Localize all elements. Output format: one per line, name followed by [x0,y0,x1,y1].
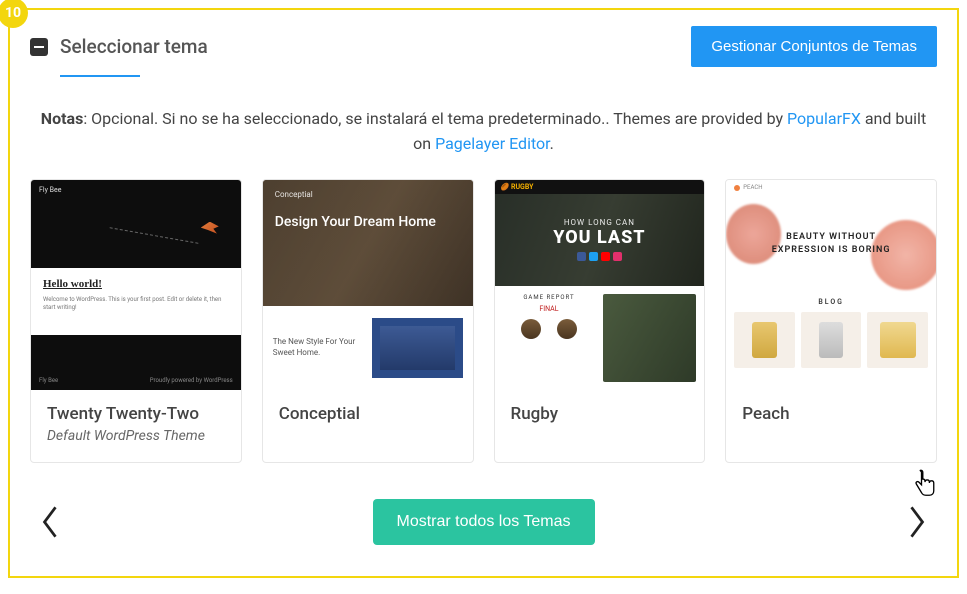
title-underline [60,75,140,77]
manage-theme-sets-button[interactable]: Gestionar Conjuntos de Temas [691,26,937,67]
theme-thumbnail: Fly Bee Hello world! Welcome to WordPres… [31,180,241,390]
preview-match-image [603,294,696,382]
header-left: Seleccionar tema [30,35,208,58]
next-arrow[interactable] [903,500,931,544]
notes-text: Notas: Opcional. Si no se ha seleccionad… [40,107,927,157]
preview-brand: PEACH [743,184,762,191]
preview-line1: HOW LONG CAN [564,218,635,227]
pagelayer-link[interactable]: Pagelayer Editor [435,134,550,153]
theme-thumbnail: PEACH BEAUTY WITHOUT EXPRESSION IS BORIN… [726,180,936,390]
notes-before: : Opcional. Si no se ha seleccionado, se… [83,109,787,128]
preview-brand: Fly Bee [39,186,233,194]
theme-name: Conceptial [279,404,457,424]
preview-logo: 🏉 RUGBY [501,183,534,191]
popularfx-link[interactable]: PopularFX [787,109,861,128]
theme-card-twenty-twenty-two[interactable]: Fly Bee Hello world! Welcome to WordPres… [30,179,242,463]
step-badge: 10 [0,0,28,28]
preview-game-report: GAME REPORT [503,294,596,301]
theme-label: Conceptial [263,390,473,442]
preview-line2: YOU LAST [553,227,645,248]
preview-logo-dot [734,185,740,191]
carousel-footer: Mostrar todos los Temas [30,499,937,545]
theme-thumbnail: Conceptial Design Your Dream Home The Ne… [263,180,473,390]
preview-room-image [372,318,463,378]
bird-icon [201,222,219,234]
step-panel: 10 Seleccionar tema Gestionar Conjuntos … [8,8,959,578]
collapse-icon[interactable] [30,38,48,56]
preview-products [726,312,936,376]
theme-name: Rugby [511,404,689,424]
preview-social-icons [577,252,622,261]
preview-headline1: BEAUTY WITHOUT [786,232,876,242]
preview-blog-label: BLOG [726,292,936,312]
theme-label: Rugby [495,390,705,442]
preview-lower-text: The New Style For Your Sweet Home. [273,337,364,358]
preview-tagline: Design Your Dream Home [275,213,461,231]
theme-name: Peach [742,404,920,424]
prev-arrow[interactable] [36,500,64,544]
preview-headline2: EXPRESSION IS BORING [772,245,891,255]
themes-grid: Fly Bee Hello world! Welcome to WordPres… [30,179,937,463]
theme-card-peach[interactable]: PEACH BEAUTY WITHOUT EXPRESSION IS BORIN… [725,179,937,463]
panel-title: Seleccionar tema [60,35,208,58]
preview-footer-right: Proudly powered by WordPress [150,377,233,384]
show-all-themes-button[interactable]: Mostrar todos los Temas [373,499,595,545]
preview-sub: Welcome to WordPress. This is your first… [43,296,229,313]
theme-label: Peach [726,390,936,442]
preview-headline: Hello world! [43,278,229,290]
notes-label: Notas [41,109,84,128]
theme-thumbnail: 🏉 RUGBY HOW LONG CAN YOU LAST GAME REPOR… [495,180,705,390]
theme-card-conceptial[interactable]: Conceptial Design Your Dream Home The Ne… [262,179,474,463]
preview-brand: Conceptial [275,190,461,199]
notes-after: . [550,134,554,153]
preview-final: FINAL [503,305,596,313]
theme-card-rugby[interactable]: 🏉 RUGBY HOW LONG CAN YOU LAST GAME REPOR… [494,179,706,463]
theme-label: Twenty Twenty-Two Default WordPress Them… [31,390,241,462]
theme-name: Twenty Twenty-Two [47,404,225,424]
theme-subtitle: Default WordPress Theme [47,428,225,444]
preview-footer-left: Fly Bee [39,377,58,384]
panel-header: Seleccionar tema Gestionar Conjuntos de … [30,26,937,67]
